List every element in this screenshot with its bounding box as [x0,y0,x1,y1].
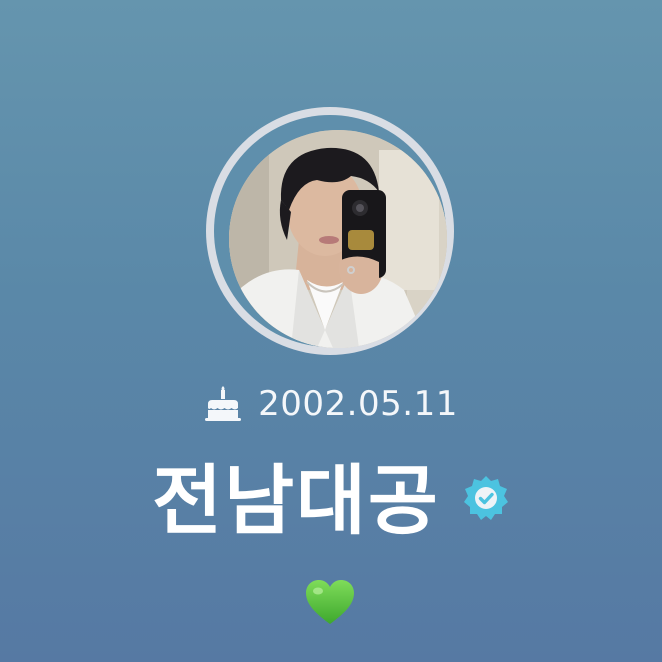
verified-badge-icon[interactable] [462,474,510,522]
profile-name: 전남대공 [152,456,440,545]
name-row: 전남대공 [0,446,662,545]
profile-photo[interactable] [229,130,447,348]
profile-photo-gap [214,115,447,348]
profile-photo-image [229,130,447,348]
profile-photo-frame[interactable] [206,107,454,355]
birthday-row: 2002.05.11 [0,380,662,428]
cake-icon [205,386,242,421]
profile-card: 2002.05.11 전남대공 [0,0,662,662]
green-heart-icon [306,580,354,624]
birthday-text: 2002.05.11 [258,384,458,424]
